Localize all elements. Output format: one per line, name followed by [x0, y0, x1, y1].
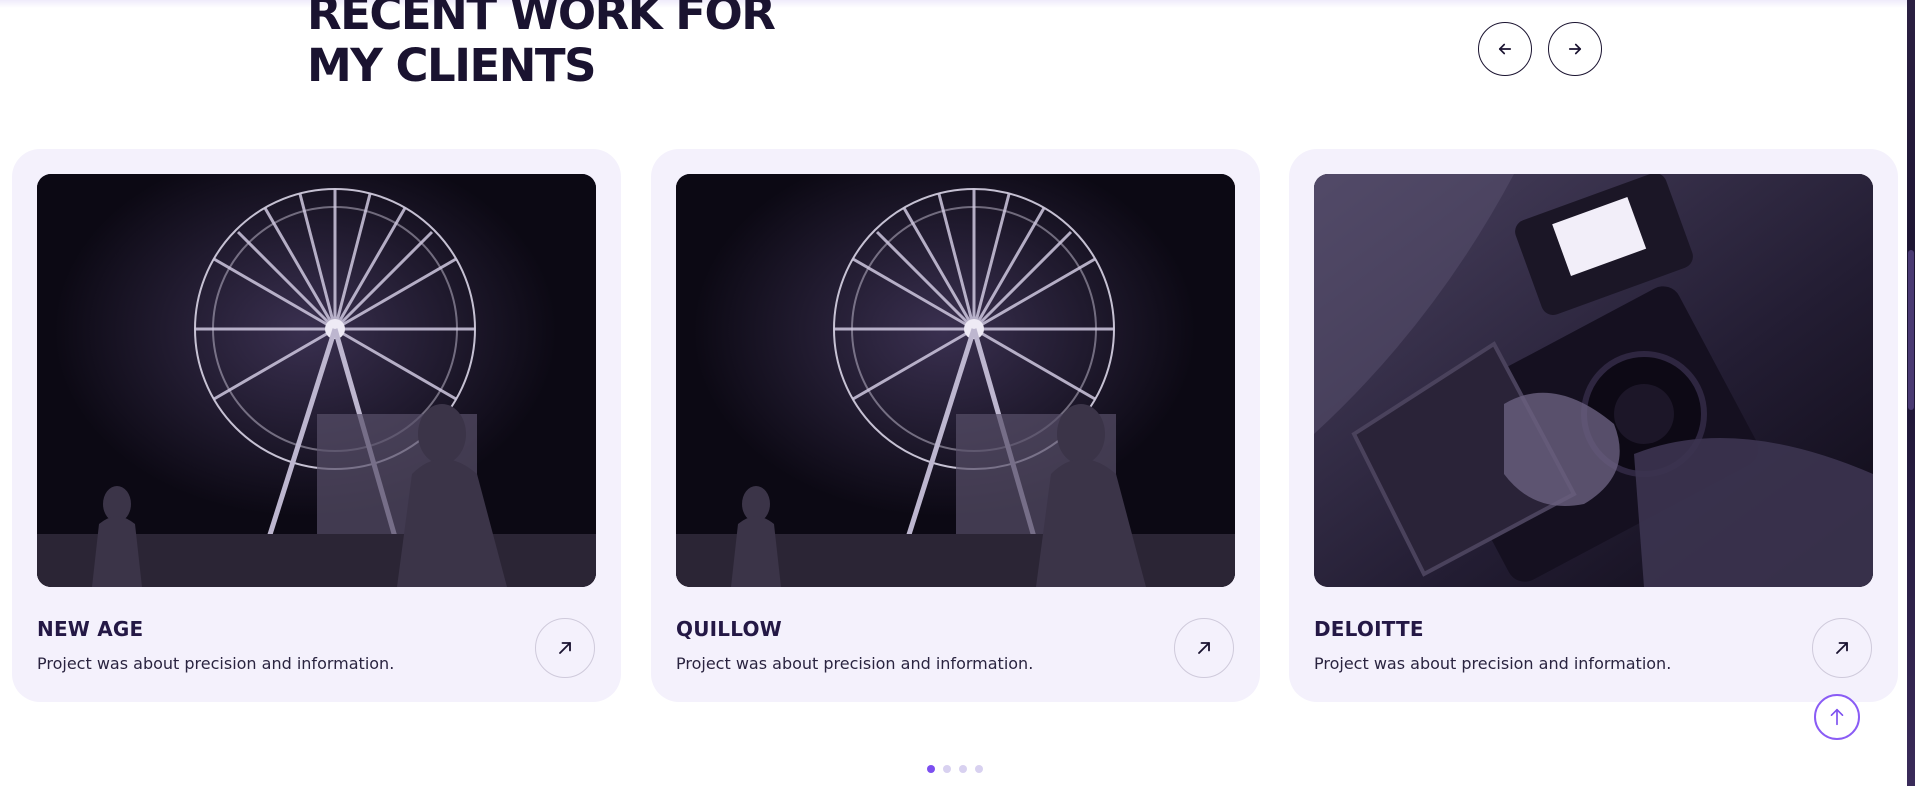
carousel-pagination — [927, 765, 983, 773]
card-title: QUILLOW — [676, 617, 782, 641]
section-heading-line-2: MY CLIENTS — [307, 39, 596, 92]
carousel-dot-3[interactable] — [959, 765, 967, 773]
card-title: NEW AGE — [37, 617, 144, 641]
card-title: DELOITTE — [1314, 617, 1424, 641]
carousel-next-button[interactable] — [1548, 22, 1602, 76]
card-description: Project was about precision and informat… — [676, 654, 1034, 673]
project-image-ferris-wheel — [37, 174, 596, 587]
carousel-dot-4[interactable] — [975, 765, 983, 773]
arrow-up-right-icon — [1836, 642, 1848, 654]
arrow-right-icon — [1568, 43, 1582, 55]
card-open-button[interactable] — [1812, 618, 1872, 678]
page-scrollbar[interactable] — [1907, 0, 1915, 786]
card-description: Project was about precision and informat… — [37, 654, 395, 673]
card-description: Project was about precision and informat… — [1314, 654, 1672, 673]
arrow-up-icon — [1830, 708, 1844, 726]
section-heading: RECENT WORK FOR MY CLIENTS — [307, 0, 776, 92]
card-open-button[interactable] — [535, 618, 595, 678]
header-shadow — [0, 0, 1907, 8]
project-card-deloitte[interactable]: DELOITTE Project was about precision and… — [1289, 149, 1898, 702]
project-image-video-camera — [1314, 174, 1873, 587]
project-card-quillow[interactable]: QUILLOW Project was about precision and … — [651, 149, 1260, 702]
project-card-new-age[interactable]: NEW AGE Project was about precision and … — [12, 149, 621, 702]
scroll-to-top-button[interactable] — [1814, 694, 1860, 740]
card-open-button[interactable] — [1174, 618, 1234, 678]
carousel-dot-1[interactable] — [927, 765, 935, 773]
arrow-left-icon — [1498, 43, 1512, 55]
carousel-dot-2[interactable] — [943, 765, 951, 773]
arrow-up-right-icon — [1198, 642, 1210, 654]
carousel-prev-button[interactable] — [1478, 22, 1532, 76]
section-heading-line-1: RECENT WORK FOR — [307, 0, 776, 40]
arrow-up-right-icon — [559, 642, 571, 654]
project-image-ferris-wheel — [676, 174, 1235, 587]
page-scrollbar-thumb[interactable] — [1908, 250, 1914, 410]
